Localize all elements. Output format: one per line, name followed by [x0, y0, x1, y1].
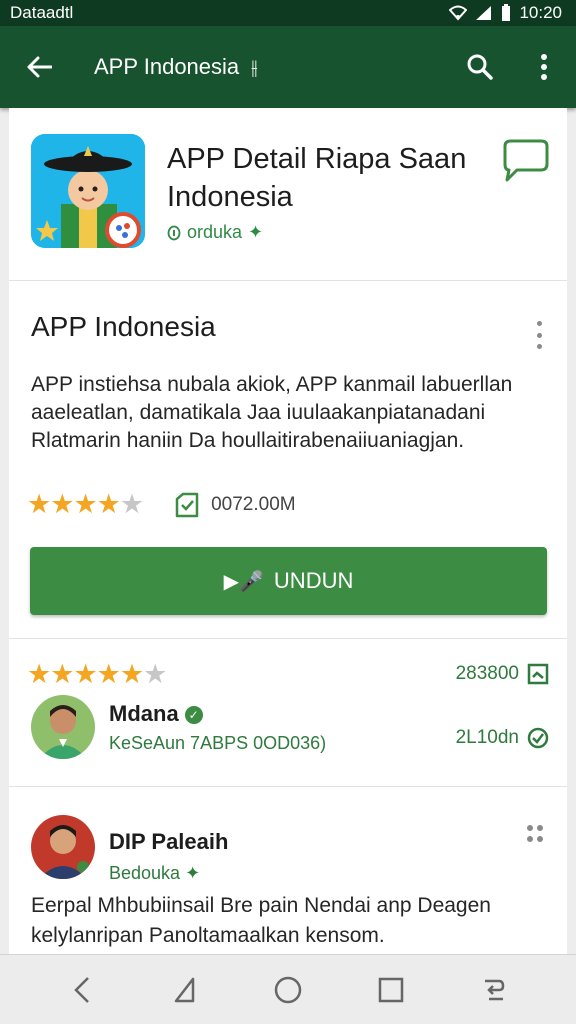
commenter-subtitle-text: Bedouka: [109, 863, 181, 883]
star-icon: ★: [96, 489, 121, 519]
app-logo-illustration: [31, 134, 145, 248]
app-description: APP instiehsa nubala akiok, APP kanmail …: [31, 373, 513, 452]
signal-icon: [476, 6, 492, 20]
app-info-card: APP Indonesia APP instiehsa nubala akiok…: [9, 280, 567, 638]
star-icon: ★: [27, 659, 51, 689]
status-icons: 10:20: [449, 3, 562, 23]
reply-icon: [485, 979, 505, 1000]
dot-icon: [536, 332, 542, 338]
star-icon: ★: [50, 489, 74, 519]
reviewer-name-row: Mdana ✓: [109, 701, 203, 727]
nav-triangle-button[interactable]: [155, 960, 215, 1020]
commenter-name: DIP Paleaih: [109, 829, 229, 854]
app-header-card: APP Detail Riapa Saan Indonesia orduka ✦: [9, 108, 567, 280]
page-title-text: APP Indonesia: [94, 54, 240, 79]
report-icon: [527, 663, 549, 685]
nav-home-button[interactable]: [258, 960, 318, 1020]
clock: 10:20: [519, 3, 562, 22]
star-icon: ★: [119, 659, 144, 689]
dot-icon: [527, 836, 533, 842]
circle-home-icon: [274, 976, 302, 1003]
check-circle-icon: [527, 727, 549, 749]
square-recents-icon: [378, 977, 404, 1002]
search-icon: [467, 54, 493, 80]
dot-icon: [537, 836, 543, 842]
scroll-content[interactable]: APP Detail Riapa Saan Indonesia orduka ✦…: [0, 108, 576, 954]
reviewer-photo: [31, 695, 95, 759]
app-title: APP Detail Riapa Saan Indonesia: [167, 143, 467, 213]
system-nav-bar: [0, 954, 576, 1024]
commenter-avatar[interactable]: [31, 815, 95, 879]
developer-row[interactable]: orduka ✦: [167, 222, 263, 243]
review-stat-bottom-value: 2L10dn: [455, 727, 519, 748]
dot-icon: [536, 344, 542, 349]
reviewer-name: Mdana: [109, 701, 179, 726]
dot-icon: [536, 321, 542, 326]
star-icon: ★: [73, 489, 97, 519]
search-button[interactable]: [448, 26, 512, 108]
triangle-icon: [174, 977, 195, 1002]
review-rating-stars: ★★★★★★: [27, 659, 167, 690]
star-icon: ★: [73, 659, 97, 689]
download-size-icon: [175, 492, 199, 517]
dot-icon: [527, 825, 533, 831]
app-icon[interactable]: [31, 134, 145, 248]
reviewer-avatar[interactable]: [31, 695, 95, 759]
star-icon: ★: [96, 659, 121, 689]
chat-button[interactable]: [497, 138, 551, 184]
nav-reply-button[interactable]: [464, 960, 524, 1020]
review-stat-top: 283800: [456, 663, 549, 685]
overflow-menu-button[interactable]: [512, 26, 576, 108]
title-suffix-mark: ⫲: [251, 57, 258, 79]
commenter-subtitle: Bedouka ✦: [109, 863, 200, 884]
back-arrow-icon: [27, 56, 52, 78]
developer-name: orduka: [187, 222, 243, 242]
comment-card: DIP Paleaih Bedouka ✦ Eerpal Mhbubiinsai…: [9, 786, 567, 954]
section-title: APP Indonesia: [31, 311, 216, 342]
comment-menu-button[interactable]: [527, 825, 545, 843]
more-vert-icon: [541, 54, 547, 80]
chevron-back-icon: [73, 976, 89, 1003]
commenter-photo: [31, 815, 95, 879]
review-card: ★★★★★★ 283800 Mdana ✓ KeSeAun 7ABPS 0OD03…: [9, 638, 567, 786]
developer-badge-icon: ✦: [248, 222, 264, 242]
comment-text: Eerpal Mhbubiinsail Bre pain Nendai anp …: [31, 894, 491, 947]
section-menu-button[interactable]: [525, 317, 553, 353]
app-bar: APP Indonesia ⫲: [0, 26, 576, 108]
dot-icon: [537, 825, 543, 831]
star-icon: ★: [27, 489, 51, 519]
app-rating-stars: ★★★★★: [27, 489, 144, 520]
verified-check-icon: ✓: [184, 706, 203, 725]
nav-recents-button[interactable]: [361, 960, 421, 1020]
star-icon: ★: [119, 489, 144, 519]
carrier-label: Dataadtl: [10, 3, 74, 22]
back-button[interactable]: [0, 26, 78, 108]
play-mic-icon: ▶🎤: [223, 570, 264, 593]
rating-row: ★★★★★ 0072.00M: [27, 489, 296, 520]
commenter-badge-icon: ✦: [185, 863, 201, 883]
star-icon: ★: [143, 659, 167, 689]
download-size: 0072.00M: [211, 493, 296, 515]
nav-back-button[interactable]: [52, 960, 112, 1020]
install-button-label: UNDUN: [273, 568, 354, 593]
star-icon: ★: [50, 659, 74, 689]
battery-icon: [502, 4, 511, 21]
page-title: APP Indonesia ⫲: [78, 54, 448, 80]
chat-bubble-icon: [503, 139, 549, 182]
review-stat-bottom: 2L10dn: [456, 727, 549, 749]
review-stat-top-value: 283800: [455, 663, 519, 684]
developer-info-icon: [167, 225, 181, 240]
reviewer-subtitle: KeSeAun 7ABPS 0OD036): [109, 733, 327, 753]
status-bar: Dataadtl 10:20: [0, 0, 576, 26]
install-button[interactable]: ▶🎤 UNDUN: [30, 547, 547, 615]
wifi-icon: [449, 5, 468, 21]
